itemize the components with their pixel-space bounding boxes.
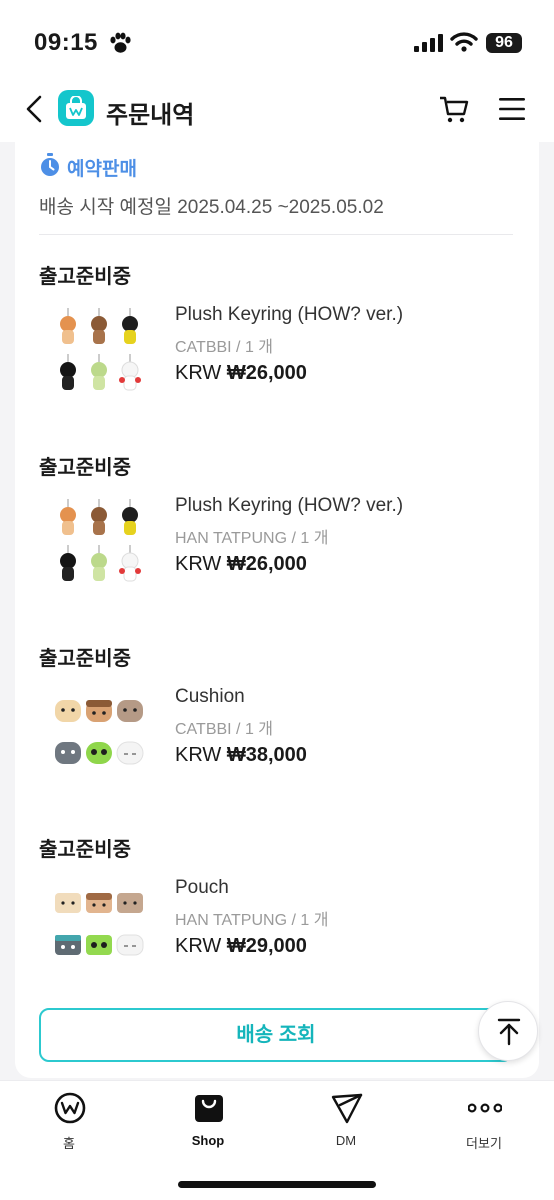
cushion-1 [55,700,81,722]
order-item[interactable]: 출고준비중 Cushion CATBBI / 1 개 KRW ₩38,000 [15,642,539,822]
product-name[interactable]: Plush Keyring (HOW? ver.) [175,495,403,517]
tab-more[interactable]: 더보기 [434,1081,534,1161]
price-amount: ₩26,000 [226,553,307,575]
paw-icon [110,32,131,53]
order-status: 출고준비중 [39,266,131,288]
product-price: KRW ₩26,000 [175,362,307,385]
divider [39,234,513,235]
pouch-5 [86,935,112,955]
product-thumbnail[interactable] [51,304,147,400]
price-amount: ₩26,000 [226,362,307,384]
weverse-shop-logo [58,90,94,126]
cushion-6 [116,741,144,765]
order-status: 출고준비중 [39,648,131,670]
cart-icon[interactable] [438,94,470,124]
product-name[interactable]: Plush Keyring (HOW? ver.) [175,304,403,326]
order-status: 출고준비중 [39,457,131,479]
keyring-tatpung-1 [60,499,76,535]
price-currency: KRW [175,935,222,957]
more-dots-icon [468,1103,502,1113]
price-amount: ₩38,000 [226,744,307,766]
shipping-start-date: 배송 시작 예정일 2025.04.25 ~2025.05.02 [39,197,384,218]
product-thumbnail[interactable] [51,686,147,782]
product-price: KRW ₩29,000 [175,935,307,958]
shop-bag-icon [195,1095,223,1122]
status-time: 09:15 [34,29,98,56]
product-thumbnail[interactable] [51,877,147,973]
order-status: 출고준비중 [39,839,131,861]
tab-home-label: 홈 [63,1136,75,1151]
shop-bag-logo-icon [66,96,86,119]
wifi-icon [450,32,478,52]
tab-home[interactable]: 홈 [19,1081,119,1161]
pouch-3 [117,893,143,913]
price-currency: KRW [175,553,222,575]
nav-bar: 주문내역 [0,78,554,142]
pouch-4 [55,935,81,955]
cushion-2 [86,700,112,722]
track-delivery-button[interactable]: 배송 조회 [39,1008,513,1062]
arrow-up-to-top-icon [497,1018,521,1046]
product-name[interactable]: Pouch [175,877,229,899]
keyring-catbbi-5 [91,354,107,390]
order-item[interactable]: 출고준비중 Pouch HAN TATPUNG / 1 개 KRW ₩29,00… [15,833,539,1013]
tab-shop[interactable]: Shop [158,1081,258,1161]
keyring-tatpung-3 [122,499,138,535]
weverse-home-icon [54,1092,86,1124]
product-seller-qty: HAN TATPUNG / 1 개 [175,530,329,547]
keyring-catbbi-1 [60,308,76,344]
status-bar: 09:15 96 [0,0,554,78]
bottom-tab-bar: 홈 Shop DM 더보기 [0,1080,554,1200]
tab-more-label: 더보기 [466,1136,502,1151]
dm-send-icon [331,1093,363,1124]
product-seller-qty: HAN TATPUNG / 1 개 [175,912,329,929]
cushion-5 [86,742,112,764]
product-price: KRW ₩38,000 [175,744,307,767]
keyring-catbbi-2 [91,308,107,344]
product-name[interactable]: Cushion [175,686,245,708]
product-thumbnail[interactable] [51,495,147,591]
battery-indicator: 96 [486,33,522,53]
tab-dm[interactable]: DM [296,1081,396,1161]
keyring-catbbi-4 [60,354,76,390]
cushion-3 [117,700,143,722]
price-currency: KRW [175,744,222,766]
order-detail-card: 예약판매 배송 시작 예정일 2025.04.25 ~2025.05.02 출고… [15,142,539,1078]
tab-shop-label: Shop [191,1133,225,1148]
order-item[interactable]: 출고준비중 Plush Keyring (HOW? ver.) HAN TATP… [15,451,539,631]
price-amount: ₩29,000 [226,935,307,957]
keyring-tatpung-6 [119,545,141,582]
product-seller-qty: CATBBI / 1 개 [175,721,274,738]
back-arrow-icon[interactable] [22,94,48,124]
timer-icon [41,153,59,176]
home-indicator [178,1181,376,1188]
keyring-tatpung-2 [91,499,107,535]
keyring-tatpung-5 [91,545,107,581]
keyring-tatpung-4 [60,545,76,581]
product-seller-qty: CATBBI / 1 개 [175,339,274,356]
order-item[interactable]: 출고준비중 Plush Keyring (HOW? ver.) CATBBI /… [15,260,539,440]
keyring-catbbi-6 [119,354,141,391]
pouch-2 [86,893,112,913]
page-title: 주문내역 [106,102,195,129]
hamburger-menu-icon[interactable] [498,96,526,122]
signal-icon [414,34,443,52]
price-currency: KRW [175,362,222,384]
scroll-to-top-button[interactable] [478,1001,538,1061]
cushion-4 [55,742,81,764]
pouch-1 [55,893,81,913]
tab-dm-label: DM [335,1133,357,1148]
preorder-label: 예약판매 [67,159,137,180]
pouch-6 [116,934,144,956]
product-price: KRW ₩26,000 [175,553,307,576]
keyring-catbbi-3 [122,308,138,344]
